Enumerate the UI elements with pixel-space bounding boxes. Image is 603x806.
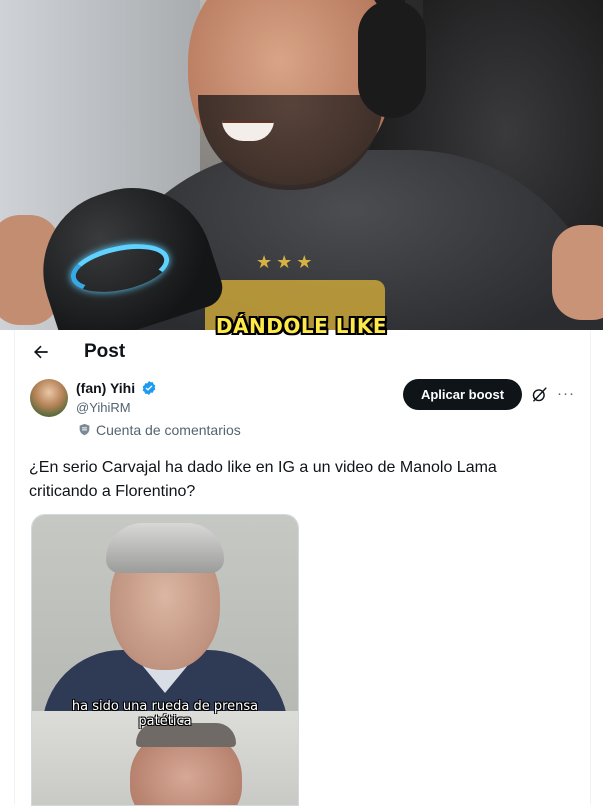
shirt-stars: ★★★	[256, 252, 317, 272]
arrow-left-icon[interactable]	[31, 342, 51, 362]
post-card: Post (fan) Yihi @YihiRM Cuenta de coment…	[14, 330, 591, 806]
page-title: Post	[84, 341, 126, 362]
avatar[interactable]	[30, 379, 68, 417]
subtitle-line-2: patética	[138, 714, 192, 729]
headphone-earcup	[358, 0, 426, 118]
video-caption: DÁNDOLE LIKE	[215, 314, 388, 338]
video-frame-speaker	[32, 515, 298, 730]
tweet-media-video[interactable]: ha sido una rueda de prensa patética	[31, 514, 299, 806]
shield-label-icon	[79, 423, 90, 436]
subtitle-line-1: ha sido una rueda de prensa	[71, 699, 259, 714]
author-handle[interactable]: @YihiRM	[76, 400, 131, 415]
verified-badge-icon	[142, 381, 156, 395]
stream-video: ★★★	[0, 0, 603, 330]
right-hand	[552, 225, 603, 320]
tweet-text: ¿En serio Carvajal ha dado like en IG a …	[29, 459, 497, 500]
grok-icon[interactable]	[531, 386, 548, 403]
speaker-hair	[106, 523, 224, 573]
boost-button[interactable]: Aplicar boost	[403, 379, 522, 410]
video-subtitle: ha sido una rueda de prensa patética	[32, 699, 298, 729]
account-label[interactable]: Cuenta de comentarios	[96, 422, 241, 438]
more-horizontal-icon[interactable]: ···	[557, 385, 575, 402]
author-name[interactable]: (fan) Yihi	[76, 380, 135, 396]
